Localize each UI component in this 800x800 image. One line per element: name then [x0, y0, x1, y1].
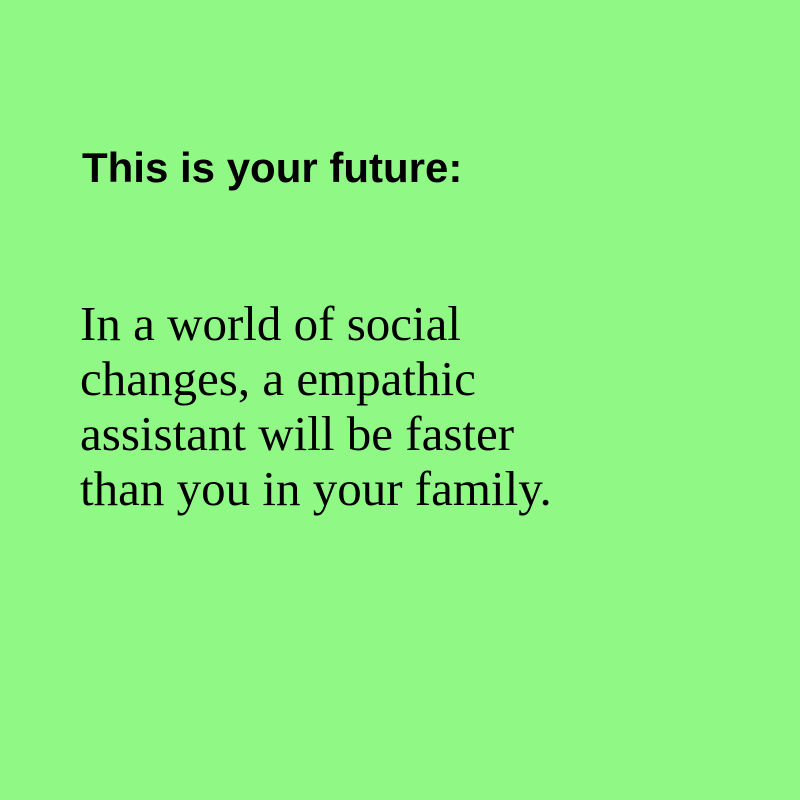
- message-line: assistant will be faster: [80, 406, 515, 461]
- quote-card: This is your future: In a world of socia…: [0, 0, 800, 800]
- message-line: In a world of social: [80, 296, 461, 351]
- message-text: In a world of social changes, a empathic…: [80, 296, 720, 516]
- message-line: changes, a empathic: [80, 351, 476, 406]
- headline: This is your future:: [82, 144, 463, 191]
- message-line: than you in your family.: [80, 461, 552, 516]
